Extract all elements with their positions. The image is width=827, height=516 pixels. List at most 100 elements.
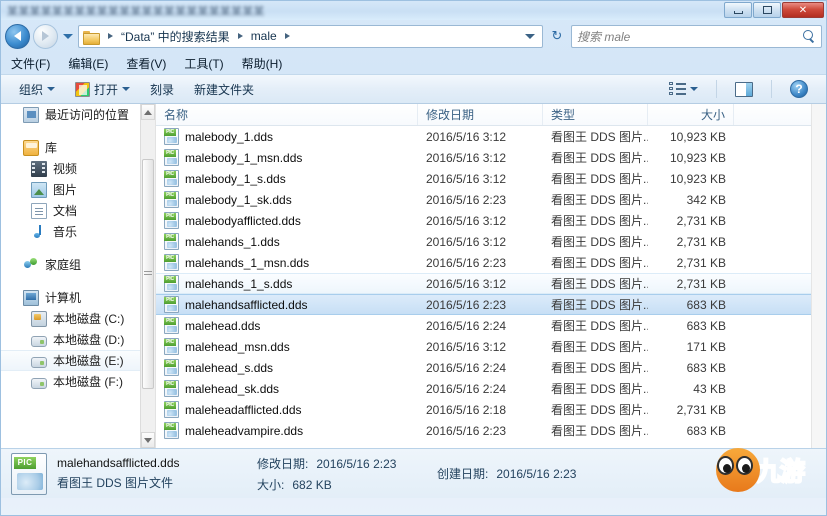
breadcrumb-item-male[interactable]: male	[249, 29, 279, 43]
dds-file-icon-large	[11, 452, 47, 495]
column-header-date[interactable]: 修改日期	[418, 104, 543, 125]
file-rows: malebody_1.dds 2016/5/16 3:12 看图王 DDS 图片…	[156, 126, 826, 441]
sidebar-item-drive-c[interactable]: 本地磁盘 (C:)	[1, 308, 155, 329]
file-name-cell: malebodyafflicted.dds	[156, 212, 418, 229]
close-button[interactable]: ✕	[782, 2, 824, 18]
column-header-name[interactable]: 名称	[156, 104, 418, 125]
sidebar-item-drive-e[interactable]: 本地磁盘 (E:)	[1, 350, 155, 371]
table-row[interactable]: malebody_1_sk.dds 2016/5/16 2:23 看图王 DDS…	[156, 189, 826, 210]
file-name-cell: malebody_1_s.dds	[156, 170, 418, 187]
menu-file[interactable]: 文件(F)	[11, 55, 50, 72]
details-file-type: 看图王 DDS 图片文件	[57, 476, 174, 490]
table-row[interactable]: malehead.dds 2016/5/16 2:24 看图王 DDS 图片..…	[156, 315, 826, 336]
open-button[interactable]: 打开	[65, 78, 140, 100]
file-name-cell: malehead_msn.dds	[156, 338, 418, 355]
explorer-body: 最近访问的位置 库 视频 图片 文档 音乐 家庭组 计算机 本地磁盘 (C:) …	[1, 104, 826, 448]
file-type-cell: 看图王 DDS 图片...	[551, 151, 648, 165]
breadcrumb-item-search-results[interactable]: “Data” 中的搜索结果	[119, 28, 232, 45]
sidebar-item-computer[interactable]: 计算机	[1, 287, 155, 308]
dds-file-icon	[164, 212, 179, 229]
navigation-scrollbar[interactable]	[140, 104, 155, 448]
file-size-cell: 10,923 KB	[669, 150, 726, 165]
details-column-dates: 修改日期: 2016/5/16 2:23 大小: 682 KB	[257, 455, 437, 493]
table-row[interactable]: malebody_1.dds 2016/5/16 3:12 看图王 DDS 图片…	[156, 126, 826, 147]
table-row[interactable]: malehead_msn.dds 2016/5/16 3:12 看图王 DDS …	[156, 336, 826, 357]
search-input[interactable]: 搜索 male	[571, 24, 822, 48]
back-button[interactable]	[5, 23, 30, 49]
breadcrumb[interactable]: “Data” 中的搜索结果 male	[78, 24, 543, 48]
menu-tools[interactable]: 工具(T)	[184, 55, 223, 72]
sidebar-item-pictures[interactable]: 图片	[1, 179, 155, 200]
sidebar-item-label: 文档	[53, 204, 78, 218]
toolbar-divider	[716, 80, 717, 98]
table-row[interactable]: malehands_1.dds 2016/5/16 3:12 看图王 DDS 图…	[156, 231, 826, 252]
chevron-down-icon	[122, 87, 131, 91]
sidebar-item-music[interactable]: 音乐	[1, 221, 155, 242]
table-row[interactable]: malebodyafflicted.dds 2016/5/16 3:12 看图王…	[156, 210, 826, 231]
file-date-cell: 2016/5/16 2:23	[426, 423, 507, 438]
menu-view[interactable]: 查看(V)	[126, 55, 166, 72]
dds-file-icon	[164, 422, 179, 439]
column-header-type[interactable]: 类型	[543, 104, 648, 125]
table-row[interactable]: malehands_1_msn.dds 2016/5/16 2:23 看图王 D…	[156, 252, 826, 273]
file-type-cell: 看图王 DDS 图片...	[551, 277, 648, 291]
scroll-down-button[interactable]	[141, 432, 155, 448]
scroll-up-button[interactable]	[141, 104, 155, 120]
table-row[interactable]: malehands_1_s.dds 2016/5/16 3:12 看图王 DDS…	[156, 273, 826, 294]
change-view-button[interactable]	[659, 78, 708, 100]
table-row[interactable]: maleheadvampire.dds 2016/5/16 2:23 看图王 D…	[156, 420, 826, 441]
maximize-button[interactable]	[753, 2, 781, 18]
file-name-cell: malehands_1_s.dds	[156, 275, 418, 292]
chevron-down-icon	[690, 87, 698, 91]
table-row[interactable]: malehead_s.dds 2016/5/16 2:24 看图王 DDS 图片…	[156, 357, 826, 378]
new-folder-button[interactable]: 新建文件夹	[184, 78, 264, 100]
file-size-cell: 2,731 KB	[676, 255, 726, 270]
table-row-selected[interactable]: malehandsafflicted.dds 2016/5/16 2:23 看图…	[156, 294, 826, 315]
scrollbar-thumb[interactable]	[142, 159, 154, 389]
table-row[interactable]: malebody_1_s.dds 2016/5/16 3:12 看图王 DDS …	[156, 168, 826, 189]
sidebar-item-recent-places[interactable]: 最近访问的位置	[1, 104, 155, 125]
file-type-cell: 看图王 DDS 图片...	[551, 172, 648, 186]
help-button[interactable]: ?	[780, 78, 818, 100]
history-dropdown-button[interactable]	[61, 25, 75, 47]
table-row[interactable]: malehead_sk.dds 2016/5/16 2:24 看图王 DDS 图…	[156, 378, 826, 399]
dds-file-icon	[164, 401, 179, 418]
refresh-button[interactable]: ↻	[546, 25, 568, 48]
table-row[interactable]: malebody_1_msn.dds 2016/5/16 3:12 看图王 DD…	[156, 147, 826, 168]
file-name-cell: malehead_sk.dds	[156, 380, 418, 397]
sidebar-item-documents[interactable]: 文档	[1, 200, 155, 221]
column-header-size[interactable]: 大小	[648, 104, 734, 125]
sidebar-item-drive-d[interactable]: 本地磁盘 (D:)	[1, 329, 155, 350]
dds-file-icon	[164, 338, 179, 355]
sidebar-item-homegroup[interactable]: 家庭组	[1, 254, 155, 275]
explorer-window: 某某某某某某某某某某某某某某某某某某某某某某某 ✕ “Data” 中的搜索结果 …	[0, 0, 827, 516]
sidebar-item-videos[interactable]: 视频	[1, 158, 155, 179]
file-type-cell: 看图王 DDS 图片...	[551, 214, 648, 228]
dds-file-icon	[164, 275, 179, 292]
dds-file-icon	[164, 170, 179, 187]
organize-label: 组织	[19, 82, 44, 97]
forward-button[interactable]	[33, 23, 58, 49]
file-name-text: malehead_s.dds	[185, 360, 274, 375]
menu-help[interactable]: 帮助(H)	[242, 55, 283, 72]
breadcrumb-separator-icon	[284, 33, 290, 39]
preview-pane-button[interactable]	[725, 78, 763, 100]
minimize-button[interactable]	[724, 2, 752, 18]
breadcrumb-dropdown-button[interactable]	[522, 26, 538, 47]
file-date-cell: 2016/5/16 2:23	[426, 297, 507, 312]
organize-button[interactable]: 组织	[9, 78, 65, 100]
sidebar-item-label: 本地磁盘 (C:)	[53, 312, 125, 326]
file-date-cell: 2016/5/16 3:12	[426, 213, 507, 228]
dds-file-icon	[164, 380, 179, 397]
sidebar-item-drive-f[interactable]: 本地磁盘 (F:)	[1, 371, 155, 392]
table-row[interactable]: maleheadafflicted.dds 2016/5/16 2:18 看图王…	[156, 399, 826, 420]
burn-button[interactable]: 刻录	[140, 78, 184, 100]
menu-edit[interactable]: 编辑(E)	[68, 55, 108, 72]
title-bar: 某某某某某某某某某某某某某某某某某某某某某某某 ✕	[1, 1, 826, 20]
file-list-scrollbar[interactable]	[811, 104, 826, 448]
sidebar-item-libraries[interactable]: 库	[1, 137, 155, 158]
file-name-cell: malebody_1.dds	[156, 128, 418, 145]
file-size-cell: 2,731 KB	[676, 276, 726, 291]
